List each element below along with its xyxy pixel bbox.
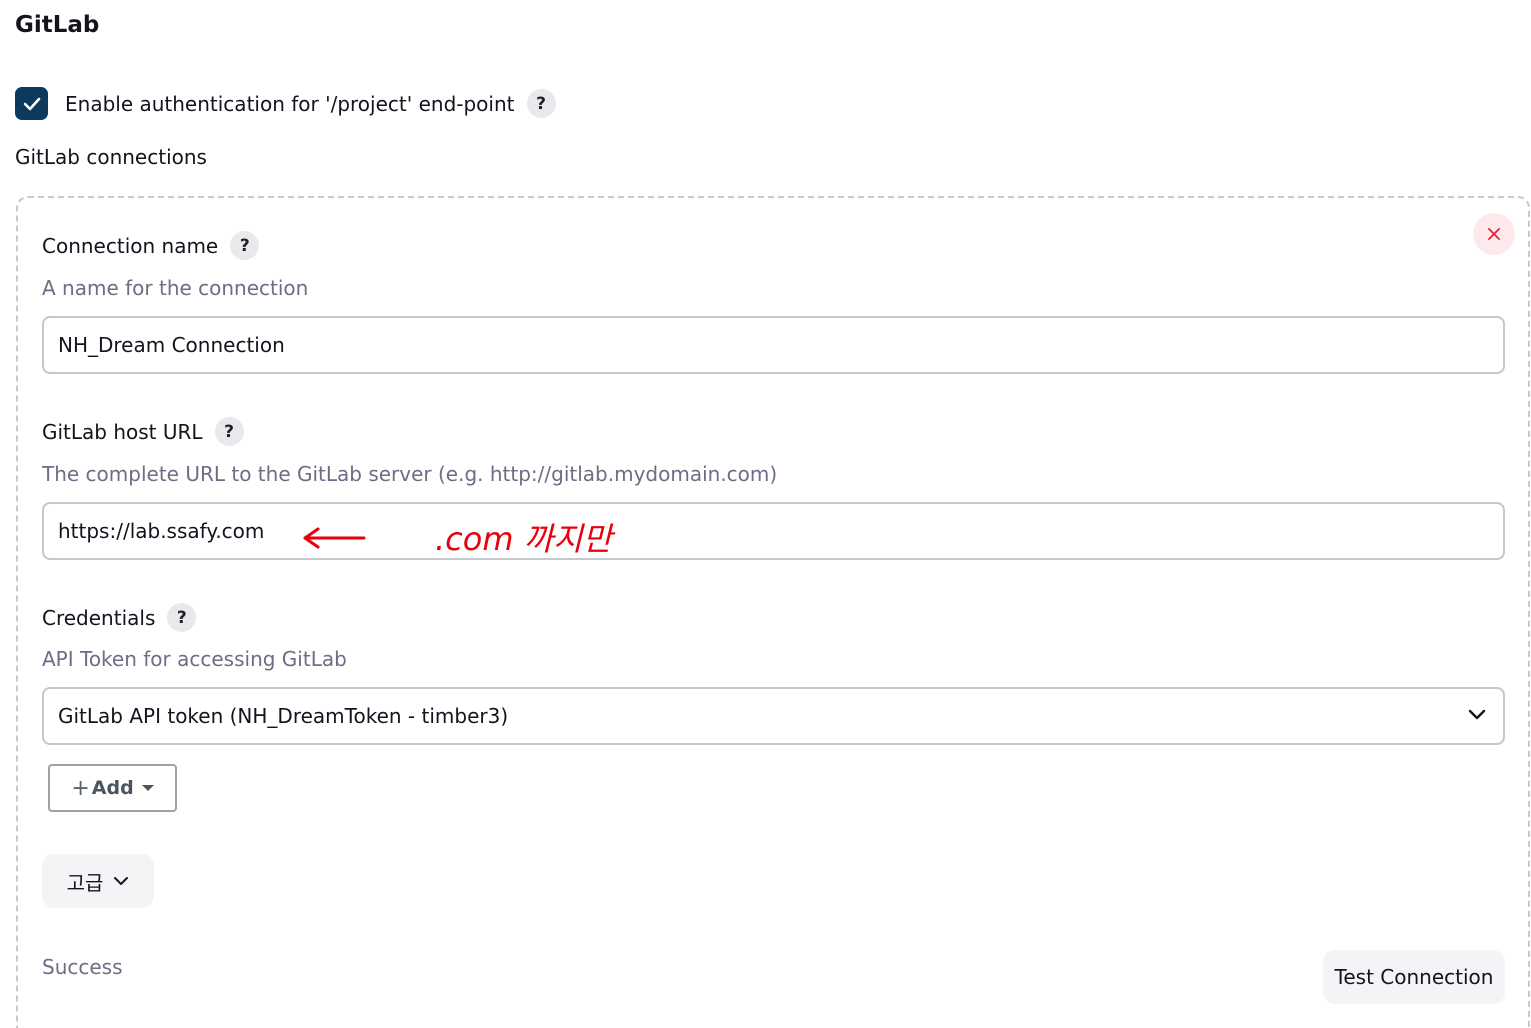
- help-icon[interactable]: ?: [526, 89, 556, 118]
- test-connection-button[interactable]: Test Connection: [1323, 950, 1505, 1004]
- connection-name-description: A name for the connection: [42, 276, 309, 300]
- host-url-label-row: GitLab host URL ?: [42, 417, 244, 446]
- add-button-label: Add: [91, 777, 134, 799]
- host-url-value: https://lab.ssafy.com: [58, 519, 265, 543]
- caret-down-icon: [141, 785, 154, 791]
- gitlab-config-page: GitLab Enable authentication for '/proje…: [0, 0, 1531, 1028]
- credentials-label-row: Credentials ?: [42, 603, 197, 632]
- connection-name-input[interactable]: NH_Dream Connection: [42, 316, 1505, 374]
- advanced-button[interactable]: 고급: [42, 854, 154, 908]
- chevron-down-icon: [1468, 709, 1486, 720]
- connection-name-value: NH_Dream Connection: [58, 333, 285, 357]
- help-icon[interactable]: ?: [214, 417, 244, 446]
- delete-connection-button[interactable]: [1473, 213, 1515, 255]
- credentials-label: Credentials: [42, 605, 156, 630]
- plus-icon: +: [71, 775, 90, 801]
- connection-status: Success: [42, 955, 123, 979]
- help-icon[interactable]: ?: [167, 603, 197, 632]
- host-url-label: GitLab host URL: [42, 419, 203, 444]
- help-icon[interactable]: ?: [230, 231, 260, 260]
- chevron-down-icon: [114, 877, 129, 885]
- host-url-input[interactable]: https://lab.ssafy.com: [42, 502, 1505, 560]
- credentials-selected-value: GitLab API token (NH_DreamToken - timber…: [58, 704, 509, 728]
- section-title: GitLab: [15, 12, 100, 38]
- gitlab-connections-label: GitLab connections: [15, 145, 207, 169]
- add-credentials-button[interactable]: + Add: [48, 764, 177, 812]
- credentials-select[interactable]: GitLab API token (NH_DreamToken - timber…: [42, 687, 1505, 745]
- checkmark-icon: [23, 97, 40, 110]
- handwritten-annotation: .com 까지만: [303, 520, 616, 558]
- credentials-description: API Token for accessing GitLab: [42, 647, 347, 671]
- connection-name-label-row: Connection name ?: [42, 231, 260, 260]
- host-url-description: The complete URL to the GitLab server (e…: [42, 462, 778, 486]
- connection-name-label: Connection name: [42, 233, 219, 258]
- annotation-text: .com 까지만: [435, 520, 616, 558]
- close-icon: [1488, 228, 1500, 240]
- auth-checkbox[interactable]: [15, 87, 48, 120]
- auth-row: Enable authentication for '/project' end…: [15, 87, 556, 120]
- auth-checkbox-label[interactable]: Enable authentication for '/project' end…: [65, 92, 515, 116]
- advanced-button-label: 고급: [66, 870, 104, 895]
